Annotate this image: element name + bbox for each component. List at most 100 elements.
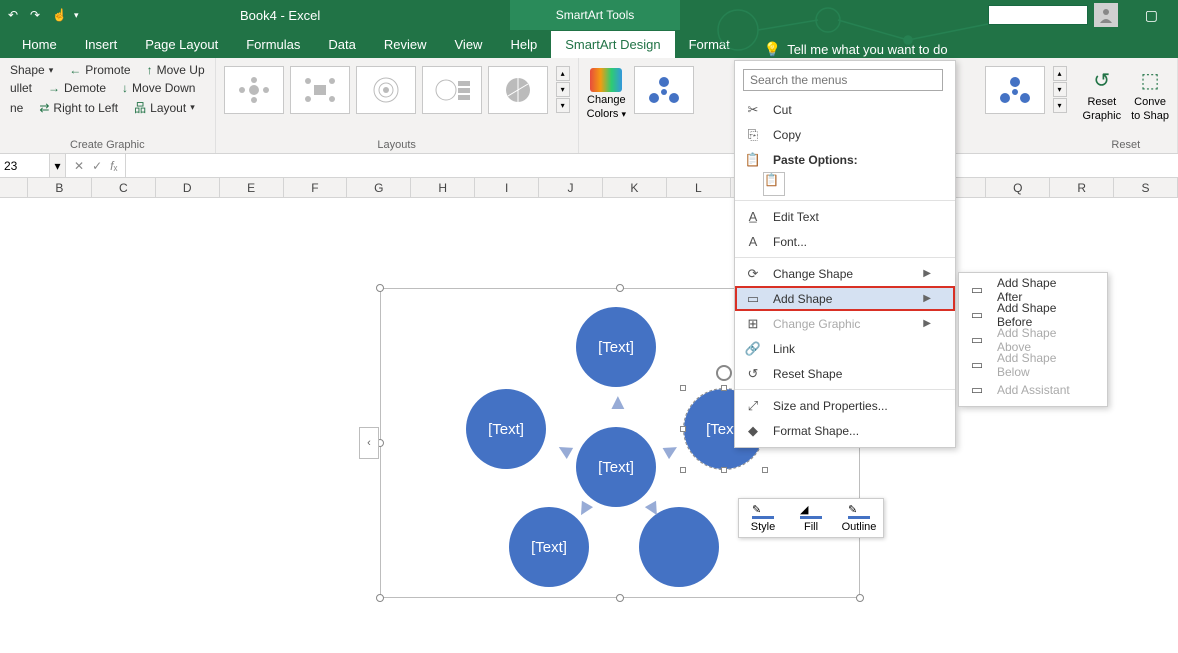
menu-link[interactable]: 🔗Link [735,336,955,361]
resize-handle[interactable] [616,284,624,292]
menu-font[interactable]: AFont... [735,229,955,254]
menu-search-input[interactable] [743,69,943,91]
menu-cut[interactable]: ✂Cut [735,97,955,122]
submenu-add-after[interactable]: ▭Add Shape After [959,277,1107,302]
reset-graphic-button[interactable]: ↺ Reset Graphic [1083,66,1122,122]
tab-data[interactable]: Data [314,31,369,58]
smartart-node-top[interactable]: [Text] [576,307,656,387]
submenu-add-before[interactable]: ▭Add Shape Before [959,302,1107,327]
col-header[interactable]: K [603,178,667,197]
user-avatar[interactable] [1094,3,1118,27]
col-header[interactable]: F [284,178,348,197]
selection-handle[interactable] [721,467,727,473]
add-shape-button[interactable]: Shape ▾ [8,62,55,78]
column-headers: B C D E F G H I J K L Q R S [0,178,1178,198]
col-header[interactable]: L [667,178,731,197]
gallery-up-icon[interactable]: ▴ [556,66,570,81]
selection-handle[interactable] [680,385,686,391]
col-header[interactable]: C [92,178,156,197]
demote-button[interactable]: →Demote [46,80,108,96]
styles-gallery-more[interactable]: ▾ [1053,98,1067,113]
selection-handle[interactable] [680,467,686,473]
name-box[interactable]: 23 [0,154,50,177]
move-down-button[interactable]: ↓Move Down [120,80,197,96]
fx-icon[interactable]: fₓ [110,159,117,173]
menu-add-shape[interactable]: ▭Add Shape▶ [735,286,955,311]
styles-gallery-up[interactable]: ▴ [1053,66,1067,81]
resize-handle[interactable] [376,594,384,602]
gallery-down-icon[interactable]: ▾ [556,82,570,97]
layout-thumb-4[interactable] [422,66,482,114]
promote-button[interactable]: ←Promote [67,62,132,78]
mini-fill-button[interactable]: ◢Fill [791,503,831,533]
menu-edit-text[interactable]: A̲Edit Text [735,204,955,229]
ribbon-display-options-icon[interactable]: ▢ [1145,7,1158,24]
undo-icon[interactable]: ↶ [8,8,22,22]
menu-reset-shape[interactable]: ↺Reset Shape [735,361,955,386]
styles-gallery-down[interactable]: ▾ [1053,82,1067,97]
text-pane-toggle[interactable]: ‹ [359,427,379,459]
search-box[interactable] [988,5,1088,25]
menu-size-props[interactable]: ⤢Size and Properties... [735,393,955,418]
selection-handle[interactable] [721,385,727,391]
resize-handle[interactable] [856,594,864,602]
redo-icon[interactable]: ↷ [30,8,44,22]
add-bullet-button[interactable]: ullet [8,80,34,96]
qat-customize-icon[interactable]: ▾ [74,10,79,21]
col-header[interactable]: J [539,178,603,197]
tab-insert[interactable]: Insert [71,31,132,58]
change-colors-button[interactable]: Change Colors ▾ [587,62,626,120]
gallery-more-icon[interactable]: ▾ [556,98,570,113]
namebox-dropdown-icon[interactable]: ▾ [50,154,66,177]
layout-thumb-2[interactable] [290,66,350,114]
col-header[interactable]: S [1114,178,1178,197]
resize-handle[interactable] [616,594,624,602]
col-header[interactable]: D [156,178,220,197]
select-all-corner[interactable] [0,178,28,197]
smartart-node-center[interactable]: [Text] [576,427,656,507]
layout-thumb-1[interactable] [224,66,284,114]
tell-me[interactable]: 💡 Tell me what you want to do [764,41,948,58]
layout-thumb-3[interactable] [356,66,416,114]
col-header[interactable]: H [411,178,475,197]
enter-icon[interactable]: ✓ [92,159,102,173]
touch-icon[interactable]: ☝ [52,8,66,22]
col-header[interactable]: G [347,178,411,197]
tab-view[interactable]: View [441,31,497,58]
rtl-button[interactable]: ⇄Right to Left [37,98,120,117]
menu-format-shape[interactable]: ◆Format Shape... [735,418,955,443]
style-thumb-2[interactable] [985,66,1045,114]
mini-outline-button[interactable]: ✎Outline [839,503,879,533]
layout-button[interactable]: 品Layout ▾ [132,98,197,117]
tab-review[interactable]: Review [370,31,441,58]
move-up-button[interactable]: ↑Move Up [145,62,207,78]
tab-formulas[interactable]: Formulas [232,31,314,58]
tab-format[interactable]: Format [675,31,744,58]
convert-button[interactable]: ⬚ Conve to Shap [1131,66,1169,122]
col-header[interactable]: B [28,178,92,197]
tab-smartart-design[interactable]: SmartArt Design [551,31,674,58]
text-pane-button[interactable]: ne [8,98,25,117]
col-header[interactable]: Q [986,178,1050,197]
smartart-node-left[interactable]: [Text] [466,389,546,469]
col-header[interactable]: R [1050,178,1114,197]
worksheet-canvas[interactable]: ‹ [Text] [Text] [Text] [Text] [Text] ▲ ▲… [0,198,1178,653]
ribbon: Shape ▾ ←Promote ↑Move Up ullet →Demote … [0,58,1178,154]
menu-copy[interactable]: ⎘Copy [735,122,955,147]
paste-preview-icon[interactable]: 📋 [763,172,785,196]
mini-style-button[interactable]: ✎Style [743,503,783,533]
formula-input[interactable] [126,154,1178,177]
resize-handle[interactable] [376,284,384,292]
style-thumb-1[interactable] [634,66,694,114]
selection-handle[interactable] [762,467,768,473]
cancel-icon[interactable]: ✕ [74,159,84,173]
selection-handle[interactable] [680,426,686,432]
tab-page-layout[interactable]: Page Layout [131,31,232,58]
layout-thumb-5[interactable] [488,66,548,114]
rotate-handle[interactable] [716,365,732,381]
tab-home[interactable]: Home [8,31,71,58]
tab-help[interactable]: Help [496,31,551,58]
col-header[interactable]: I [475,178,539,197]
menu-change-shape[interactable]: ⟳Change Shape▶ [735,261,955,286]
col-header[interactable]: E [220,178,284,197]
